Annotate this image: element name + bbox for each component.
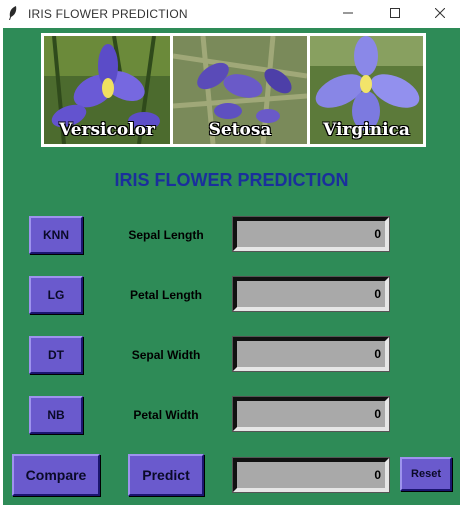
main-window: Versicolor Setosa Virginica IRIS FLOWER … xyxy=(3,28,460,505)
close-icon xyxy=(434,5,446,23)
close-button[interactable] xyxy=(417,0,463,28)
virginica-label: Virginica xyxy=(323,120,410,140)
knn-button[interactable]: KNN xyxy=(29,216,83,254)
maximize-button[interactable] xyxy=(372,0,418,28)
versicolor-label: Versicolor xyxy=(59,120,155,140)
compare-button[interactable]: Compare xyxy=(12,454,100,496)
sepal-width-input[interactable]: 0 xyxy=(232,336,390,372)
feather-icon xyxy=(8,6,18,20)
sepal-length-input[interactable]: 0 xyxy=(232,216,390,252)
lg-button[interactable]: LG xyxy=(29,276,83,314)
petal-width-label: Petal Width xyxy=(133,408,199,422)
sepal-length-label: Sepal Length xyxy=(128,228,204,242)
setosa-image: Setosa xyxy=(173,36,307,144)
dt-button[interactable]: DT xyxy=(29,336,83,374)
petal-width-input[interactable]: 0 xyxy=(232,396,390,432)
petal-length-input[interactable]: 0 xyxy=(232,276,390,312)
versicolor-image: Versicolor xyxy=(44,36,170,144)
maximize-icon xyxy=(390,5,400,23)
iris-banner: Versicolor Setosa Virginica xyxy=(41,33,426,147)
prediction-result-field: 0 xyxy=(232,457,390,493)
virginica-image: Virginica xyxy=(310,36,423,144)
minimize-icon xyxy=(343,5,353,23)
sepal-width-label: Sepal Width xyxy=(131,348,201,362)
petal-length-label: Petal Length xyxy=(129,288,202,302)
window-title: IRIS FLOWER PREDICTION xyxy=(28,7,188,21)
minimize-button[interactable] xyxy=(325,0,371,28)
setosa-label: Setosa xyxy=(208,120,272,140)
nb-button[interactable]: NB xyxy=(29,396,83,434)
reset-button[interactable]: Reset xyxy=(400,457,452,491)
predict-button[interactable]: Predict xyxy=(128,454,204,496)
title-bar: IRIS FLOWER PREDICTION xyxy=(0,0,463,28)
page-title: IRIS FLOWER PREDICTION xyxy=(114,170,349,190)
